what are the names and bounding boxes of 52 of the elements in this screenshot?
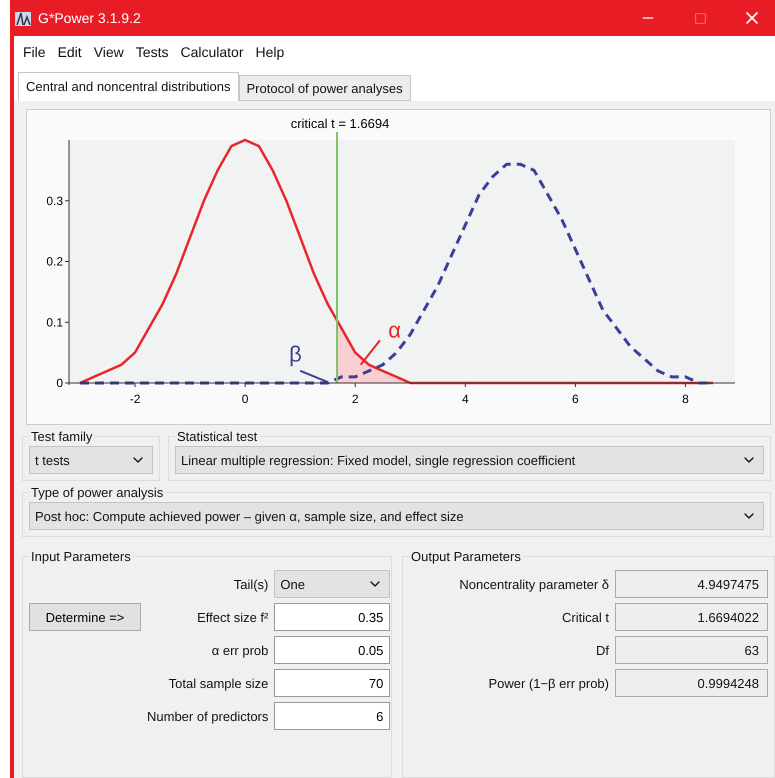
x-tick-label: 8 <box>682 392 689 406</box>
field-label: Number of predictors <box>147 708 268 724</box>
field-label: Total sample size <box>168 676 268 690</box>
group-label: Input Parameters <box>30 549 132 564</box>
tab[interactable]: Protocol of power analyses <box>238 75 411 101</box>
dropdown[interactable]: Post hoc: Compute achieved power – given α, sample size, and effect size <box>29 502 764 530</box>
x-tick-label: 0 <box>242 392 248 406</box>
menu-item[interactable]: Tests <box>130 42 174 62</box>
y-tick-label: 0.1 <box>46 315 63 330</box>
x-tick-label: 2 <box>352 392 359 406</box>
determine-button[interactable]: Determine => <box>29 603 141 631</box>
field-label: Power (1−β err prob) <box>487 676 609 690</box>
x-tick-label: -2 <box>130 392 140 406</box>
group-label: Type of power analysis <box>30 485 164 500</box>
critical-label: critical t = 1.6694 <box>290 116 390 131</box>
output-field: 63 <box>615 636 768 664</box>
menu-item[interactable]: View <box>88 42 129 62</box>
group-label: Test family <box>30 429 94 444</box>
field-label: α err prob <box>210 642 268 658</box>
x-tick-label: 4 <box>462 392 469 406</box>
field-label: Tail(s) <box>232 576 268 592</box>
alpha-label: α <box>388 317 401 342</box>
leader-line <box>360 340 381 366</box>
x-tick-label: 6 <box>572 392 579 406</box>
leader-line <box>300 370 328 383</box>
y-tick-label: 0 <box>56 376 63 390</box>
field-label: Effect size f² <box>196 610 268 624</box>
input-field[interactable]: 6 <box>274 702 390 730</box>
field-label: Df <box>595 642 609 658</box>
input-field[interactable]: 70 <box>274 669 390 697</box>
beta-label: β <box>289 342 302 367</box>
field-label: Noncentrality parameter δ <box>458 576 609 592</box>
input-field[interactable]: 0.35 <box>274 603 390 631</box>
output-field: 4.9497475 <box>615 570 768 598</box>
group-label: Statistical test <box>176 429 258 444</box>
output-field: 0.9994248 <box>615 669 768 697</box>
input-field[interactable]: 0.05 <box>274 636 390 664</box>
menu-item[interactable]: Help <box>250 42 290 62</box>
y-tick-label: 0.2 <box>46 254 63 268</box>
dropdown[interactable]: t tests <box>29 446 153 474</box>
group-label: Output Parameters <box>410 549 522 564</box>
menu-item[interactable]: Edit <box>52 42 87 62</box>
tab[interactable]: Central and noncentral distributions <box>18 72 239 101</box>
menu-item[interactable]: File <box>18 42 51 62</box>
y-tick-label: 0.3 <box>46 194 63 208</box>
app-icon <box>14 9 32 27</box>
window-title: G*Power 3.1.9.2 <box>38 10 142 26</box>
dropdown[interactable]: Linear multiple regression: Fixed model, single regression coefficient <box>175 446 764 474</box>
output-field: 1.6694022 <box>615 603 768 631</box>
field-label: Critical t <box>561 610 609 624</box>
dropdown[interactable]: One <box>274 570 390 598</box>
menu-item[interactable]: Calculator <box>175 42 248 62</box>
